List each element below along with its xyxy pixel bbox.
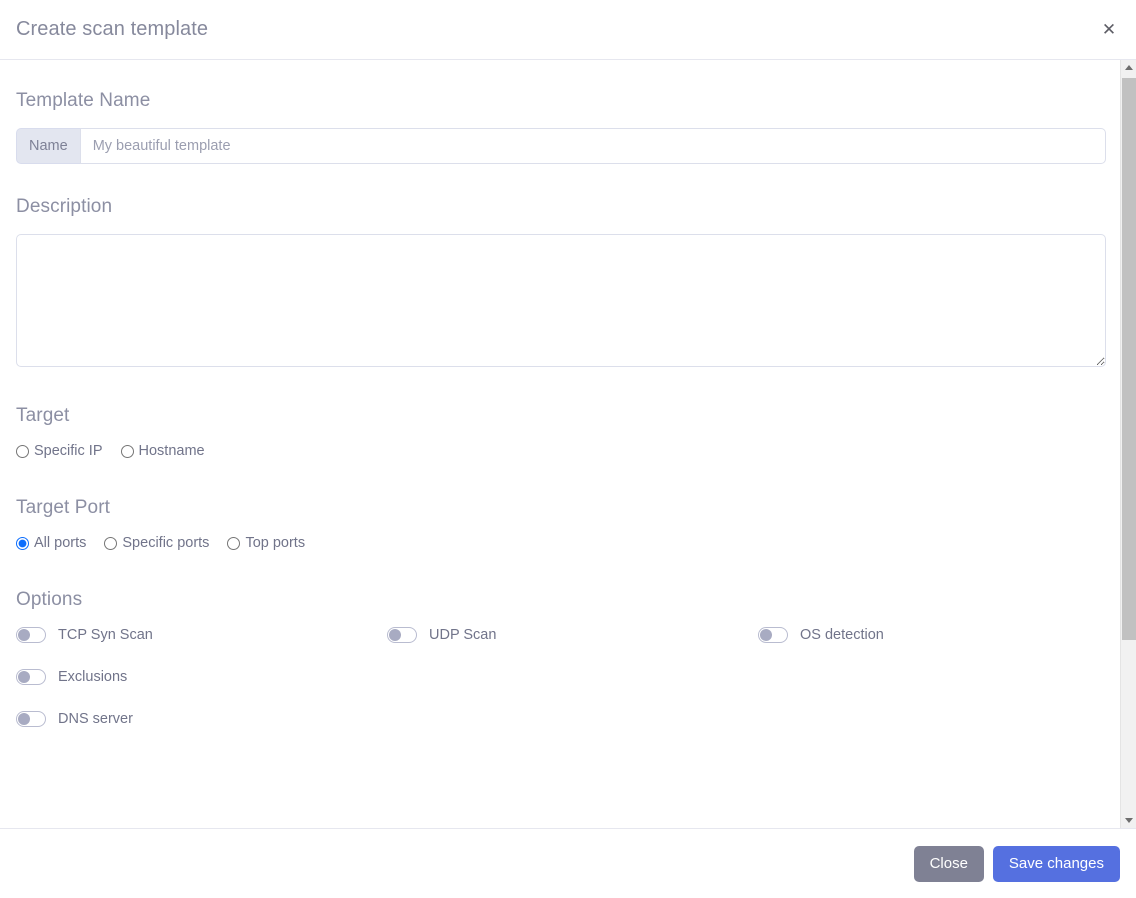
target-radio-group: Specific IP Hostname [16, 443, 1104, 459]
template-name-label: Template Name [16, 90, 151, 111]
radio-all-ports-label: All ports [34, 535, 87, 551]
name-prepend-label: Name [16, 128, 80, 164]
radio-hostname-label: Hostname [138, 443, 205, 459]
toggle-label-exclusions: Exclusions [58, 669, 128, 685]
description-field-wrap [16, 234, 1106, 367]
radio-top-ports-label: Top ports [245, 535, 306, 551]
toggle-label-os-detection: OS detection [800, 627, 884, 643]
radio-all-ports-input[interactable] [16, 536, 29, 550]
modal-footer: Close Save changes [0, 828, 1136, 898]
target-port-label: Target Port [16, 497, 111, 518]
toggle-os-detection[interactable] [758, 627, 788, 643]
toggle-cell-os-detection: OS detection [758, 627, 1129, 643]
modal-body: Template Name Name Description Target Sp… [0, 60, 1136, 828]
options-row-3: DNS server [16, 711, 1104, 727]
template-name-input[interactable] [79, 128, 1106, 164]
radio-hostname[interactable]: Hostname [120, 443, 205, 459]
scroll-down-icon[interactable] [1121, 813, 1136, 828]
close-icon[interactable]: ✕ [1096, 17, 1122, 43]
scroll-up-icon[interactable] [1121, 60, 1136, 75]
radio-top-ports[interactable]: Top ports [227, 535, 305, 551]
target-label: Target [16, 405, 70, 426]
toggle-cell-exclusions: Exclusions [16, 669, 387, 685]
toggle-cell-dns-server: DNS server [16, 711, 387, 727]
toggle-exclusions[interactable] [16, 669, 46, 685]
toggle-dns-server[interactable] [16, 711, 46, 727]
radio-specific-ip-input[interactable] [16, 444, 29, 458]
radio-specific-ports-label: Specific ports [122, 535, 210, 551]
options-label: Options [16, 589, 83, 610]
radio-specific-ports[interactable]: Specific ports [104, 535, 209, 551]
template-name-input-group: Name [16, 128, 1106, 164]
radio-specific-ports-input[interactable] [104, 536, 118, 550]
options-toggle-grid: TCP Syn Scan UDP Scan OS detection Exclu [16, 627, 1104, 727]
radio-all-ports[interactable]: All ports [16, 535, 86, 551]
options-row-2: Exclusions [16, 669, 1104, 685]
toggle-label-tcp-syn-scan: TCP Syn Scan [58, 627, 153, 643]
radio-top-ports-input[interactable] [227, 536, 241, 550]
description-label: Description [16, 196, 113, 217]
toggle-udp-scan[interactable] [387, 627, 417, 643]
description-textarea[interactable] [16, 234, 1106, 367]
toggle-label-dns-server: DNS server [58, 711, 133, 727]
target-port-radio-group: All ports Specific ports Top ports [16, 535, 1104, 551]
toggle-cell-tcp-syn-scan: TCP Syn Scan [16, 627, 387, 643]
page-title: Create scan template [16, 18, 209, 40]
toggle-tcp-syn-scan[interactable] [16, 627, 46, 643]
vertical-scrollbar[interactable] [1120, 60, 1136, 828]
options-row-1: TCP Syn Scan UDP Scan OS detection [16, 627, 1104, 643]
create-scan-template-modal: Create scan template ✕ Template Name Nam… [0, 0, 1136, 898]
scrollbar-thumb[interactable] [1122, 78, 1136, 640]
save-changes-button[interactable]: Save changes [992, 845, 1120, 882]
close-button[interactable]: Close [913, 845, 984, 882]
modal-header: Create scan template ✕ [0, 0, 1136, 60]
radio-hostname-input[interactable] [120, 444, 134, 458]
radio-specific-ip-label: Specific IP [34, 443, 103, 459]
radio-specific-ip[interactable]: Specific IP [16, 443, 103, 459]
toggle-cell-udp-scan: UDP Scan [387, 627, 758, 643]
toggle-label-udp-scan: UDP Scan [429, 627, 497, 643]
